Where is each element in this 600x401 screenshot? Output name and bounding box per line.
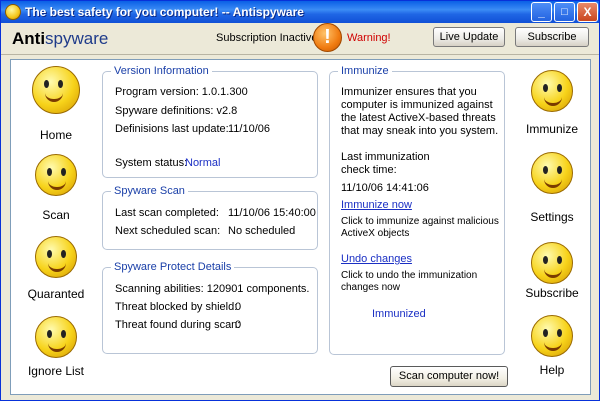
immunize-status-value: Immunized <box>372 308 426 320</box>
undo-desc-1: Click to undo the immunization <box>341 270 478 281</box>
immunize-now-link[interactable]: Immunize now <box>341 199 412 211</box>
smiley-help-icon <box>531 315 573 357</box>
version-info-group: Version Information Program version: 1.0… <box>102 65 318 178</box>
smiley-settings-icon <box>531 152 573 194</box>
smiley-subscribe-icon <box>531 242 573 284</box>
spyware-scan-group: Spyware Scan Last scan completed: 11/10/… <box>102 185 318 250</box>
scan-now-button[interactable]: Scan computer now! <box>390 366 508 387</box>
nav-subscribe-label: Subscribe <box>525 286 579 300</box>
nav-scan[interactable]: Scan <box>16 154 96 222</box>
smiley-scan-icon <box>35 154 77 196</box>
protect-details-group: Spyware Protect Details Scanning abiliti… <box>102 261 318 354</box>
nav-settings-label: Settings <box>530 210 574 224</box>
threat-blocked-value: 0 <box>235 301 242 313</box>
subscription-status: Subscription Inactive <box>216 32 318 44</box>
app-name-part2: spyware <box>45 29 109 48</box>
nav-ignore-list[interactable]: Ignore List <box>16 316 96 378</box>
nav-scan-label: Scan <box>42 208 70 222</box>
nav-home[interactable]: Home <box>16 66 96 142</box>
protect-details-title: Spyware Protect Details <box>111 261 235 273</box>
threat-found-value: 0 <box>235 319 242 331</box>
nav-help[interactable]: Help <box>512 315 592 377</box>
threat-blocked-label: Threat blocked by shield: <box>115 301 238 313</box>
smiley-ignore-icon <box>35 316 77 358</box>
nav-settings[interactable]: Settings <box>512 152 592 224</box>
last-scan-value: 11/10/06 15:40:00 <box>228 207 316 219</box>
app-smiley-icon <box>5 4 21 20</box>
spyware-scan-title: Spyware Scan <box>111 185 188 197</box>
smiley-computer-icon <box>32 66 80 114</box>
header-bar: Antispyware Subscription Inactive ! Warn… <box>1 23 599 55</box>
immunize-now-desc-1: Click to immunize against malicious <box>341 216 499 227</box>
nav-home-label: Home <box>39 128 72 142</box>
last-immunization-label-1: Last immunization <box>341 151 430 163</box>
nav-ignore-list-label: Ignore List <box>27 364 85 378</box>
nav-subscribe[interactable]: Subscribe <box>512 242 592 300</box>
title-bar[interactable]: The best safety for you computer! -- Ant… <box>1 1 599 23</box>
main-panel: Home Scan Quaranted Ignore List Version … <box>10 59 591 395</box>
last-update-label: Definisions last update: <box>115 123 229 135</box>
nav-quarantine[interactable]: Quaranted <box>16 236 96 301</box>
program-version: Program version: 1.0.1.300 <box>115 86 248 98</box>
close-button[interactable]: X <box>577 2 598 22</box>
last-scan-label: Last scan completed: <box>115 207 219 219</box>
immunize-desc-line-3: the latest ActiveX-based threats <box>341 112 496 124</box>
subscribe-header-button[interactable]: Subscribe <box>515 27 589 47</box>
nav-immunize[interactable]: Immunize <box>512 70 592 136</box>
nav-quarantine-label: Quaranted <box>27 287 85 301</box>
immunize-group: Immunize Immunizer ensures that you comp… <box>329 65 505 355</box>
last-immunization-value: 11/10/06 14:41:06 <box>341 182 429 194</box>
nav-immunize-label: Immunize <box>525 122 578 136</box>
smiley-quarantine-icon <box>35 236 77 278</box>
undo-changes-link[interactable]: Undo changes <box>341 253 412 265</box>
immunize-desc-line-4: that may sneak into you system. <box>341 125 499 137</box>
last-immunization-label-2: check time: <box>341 164 397 176</box>
warning-label: Warning! <box>347 32 391 44</box>
threat-found-label: Threat found during scan: <box>115 319 241 331</box>
immunize-desc-line-2: computer is immunized against <box>341 99 493 111</box>
undo-desc-2: changes now <box>341 282 400 293</box>
immunize-title: Immunize <box>338 65 392 77</box>
spyware-definitions: Spyware definitions: v2.8 <box>115 105 238 117</box>
system-status-value: Normal <box>185 157 221 169</box>
minimize-button[interactable]: _ <box>531 2 552 22</box>
live-update-button[interactable]: Live Update <box>433 27 505 47</box>
immunize-now-desc-2: ActiveX objects <box>341 228 410 239</box>
app-name-part1: Anti <box>12 29 46 48</box>
maximize-button[interactable]: □ <box>554 2 575 22</box>
smiley-nurse-icon <box>531 70 573 112</box>
scanning-abilities: Scanning abilities: 120901 components. <box>115 283 310 295</box>
app-name: Antispyware <box>12 29 108 49</box>
immunize-desc-line-1: Immunizer ensures that you <box>341 86 477 98</box>
app-window: The best safety for you computer! -- Ant… <box>0 0 600 401</box>
next-scan-label: Next scheduled scan: <box>115 225 221 237</box>
window-title: The best safety for you computer! -- Ant… <box>25 5 304 19</box>
version-info-title: Version Information <box>111 65 212 77</box>
warning-icon: ! <box>313 23 342 52</box>
system-status-label: System status: <box>115 157 188 169</box>
next-scan-value: No scheduled <box>228 225 296 237</box>
nav-help-label: Help <box>539 363 565 377</box>
last-update-value: 11/10/06 <box>228 123 271 135</box>
